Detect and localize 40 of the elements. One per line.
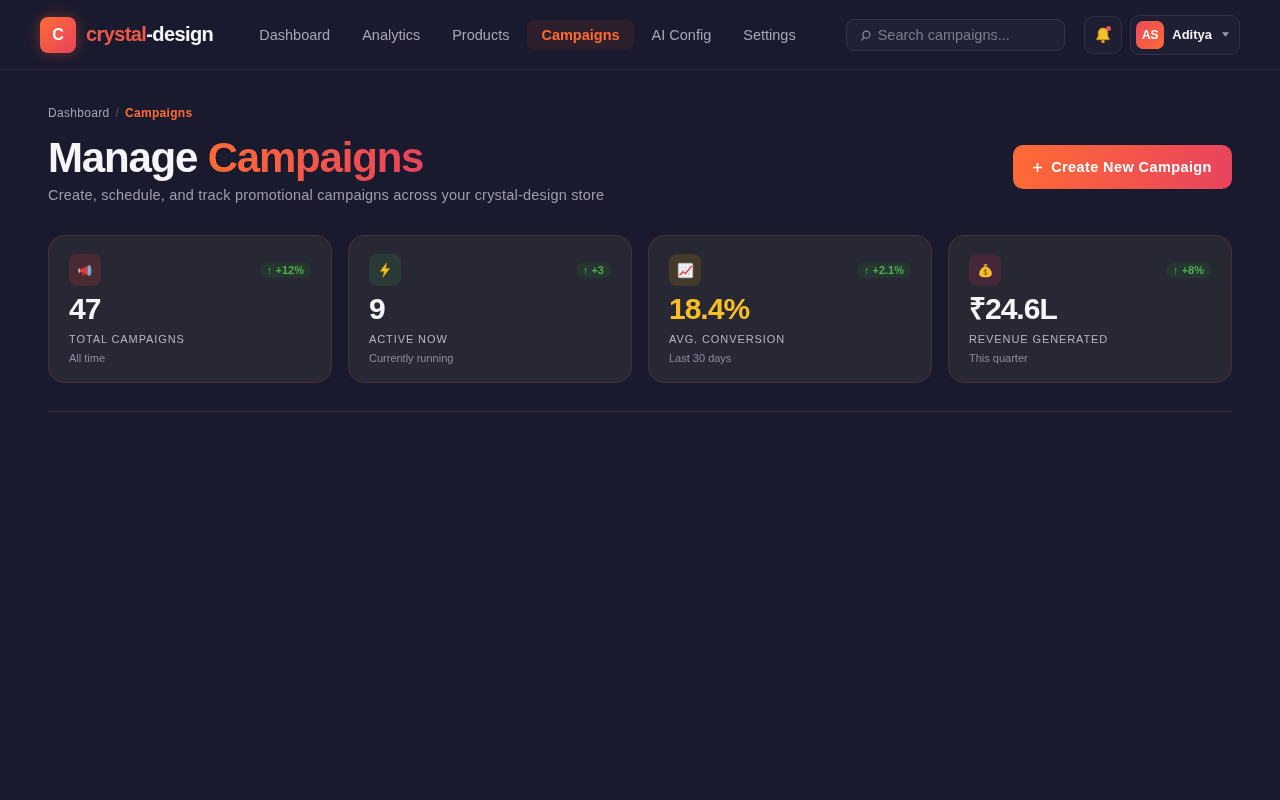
bell-icon: [1094, 25, 1113, 44]
notifications-button[interactable]: [1084, 15, 1123, 54]
stat-value: 47: [69, 291, 102, 327]
stat-note: Last 30 days: [669, 352, 733, 364]
moneybag-icon: [969, 254, 1001, 286]
megaphone-icon: [69, 254, 101, 286]
change-badge: ↑ +8%: [1166, 262, 1211, 278]
change-badge: ↑ +3: [575, 262, 611, 278]
user-avatar: AS: [1136, 20, 1165, 49]
stat-note: Currently running: [369, 352, 455, 364]
search-icon: [860, 29, 871, 41]
stat-label: TOTAL CAMPAIGNS: [69, 333, 186, 345]
nav-tab[interactable]: AI Config: [637, 19, 726, 50]
stat-label: AVG. CONVERSION: [669, 333, 786, 345]
stat-note: This quarter: [969, 352, 1029, 364]
page-subtitle: Create, schedule, and track promotional campaigns across your crystal-design store: [48, 187, 605, 203]
brand-name[interactable]: crystal-design: [86, 23, 214, 46]
nav-tab[interactable]: Campaigns: [527, 19, 634, 50]
chart-icon: [669, 254, 701, 286]
user-menu-button[interactable]: AS Aditya: [1130, 14, 1240, 55]
nav-tab[interactable]: Products: [438, 19, 524, 50]
stat-label: REVENUE GENERATED: [969, 333, 1110, 345]
search-field[interactable]: Search campaigns...: [845, 18, 1065, 51]
bolt-icon: [369, 254, 401, 286]
nav-tab[interactable]: Analytics: [348, 19, 435, 50]
change-badge: ↑ +12%: [260, 262, 311, 278]
stat-value: 18.4%: [669, 291, 751, 327]
nav-tab[interactable]: Dashboard: [245, 19, 345, 50]
breadcrumb-link[interactable]: Campaigns: [125, 106, 193, 120]
stat-note: All time: [69, 352, 107, 364]
stat-value: 9: [369, 291, 386, 327]
stat-value: ₹24.6L: [969, 291, 1058, 327]
caret-icon: [1222, 32, 1229, 37]
plus-icon: [1033, 162, 1043, 172]
stat-label: ACTIVE NOW: [369, 333, 449, 345]
user-name: Aditya: [1172, 27, 1212, 42]
change-badge: ↑ +2.1%: [856, 262, 911, 278]
nav-tab[interactable]: Settings: [729, 19, 810, 50]
breadcrumb-link[interactable]: Dashboard: [48, 106, 110, 120]
breadcrumb-separator: /: [115, 106, 120, 120]
